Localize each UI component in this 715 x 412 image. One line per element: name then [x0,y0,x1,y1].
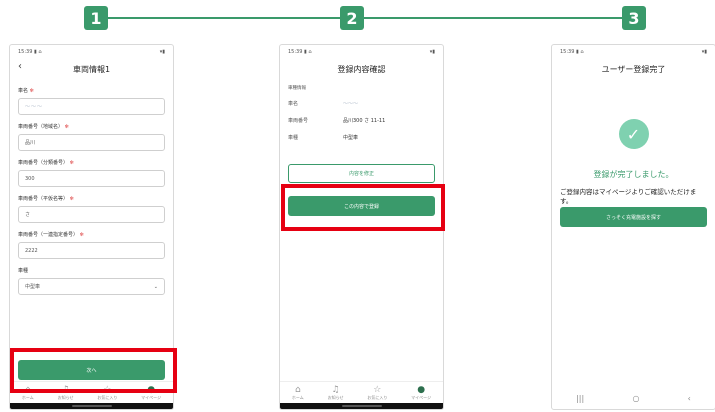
field-label-vehicle-type: 車種 [18,268,29,274]
home-indicator [10,403,173,409]
recent-apps-icon[interactable]: ||| [576,394,584,403]
vehicle-type-select[interactable]: 中型車 ⌄ [18,278,165,295]
step-1-badge: 1 [84,6,108,30]
completion-title: 登録が完了しました。 [593,170,674,179]
section-label: 車種情報 [288,86,306,91]
page-title: 登録内容確認 [337,64,386,74]
field-label-car-name: 車名 ✻ [18,88,34,94]
tab-bar: ⌂ ホーム ♫ お知らせ ☆ お気に入り ● マイページ [280,381,443,403]
phone-screen-complete: 15:39 ▮ ⌂ ▾▮ ユーザー登録完了 ✓ 登録が完了しました。 ご登録内容… [551,44,715,410]
bell-icon: ♫ [331,384,340,395]
back-icon[interactable]: ‹ [18,61,22,72]
home-icon: ⌂ [294,384,301,395]
home-indicator [280,403,443,409]
home-circle-icon[interactable]: ○ [632,394,639,403]
tab-favorites[interactable]: ☆ お気に入り [367,385,387,401]
edit-button[interactable]: 内容を修正 [288,164,435,183]
find-charger-button[interactable]: さっそく充電施設を探す [560,207,707,227]
highlight-submit-button [281,184,445,231]
field-label-hiragana: 車両番号（平仮名等） ✻ [18,196,74,202]
page-title: ‹ 車両情報1 [10,59,173,79]
title-text: 車両情報1 [72,64,111,74]
android-nav-bar: ||| ○ ‹ [552,394,715,403]
car-name-input[interactable]: 〜〜〜 [18,98,165,115]
tab-notifications[interactable]: ♫ お知らせ [328,385,344,401]
step-2-badge: 2 [340,6,364,30]
confirm-row-car-name: 車名 〜〜〜 [288,101,359,107]
vehicle-type-value: 中型車 [25,284,41,290]
completion-text: ご登録内容はマイページよりご確認いただけます。 [560,188,697,205]
user-icon: ● [417,384,426,395]
status-bar: 15:39 ▮ ⌂ ▾▮ [10,45,173,59]
tab-mypage[interactable]: ● マイページ [411,385,431,401]
check-icon: ✓ [618,119,649,149]
status-bar: 15:39 ▮ ⌂ ▾▮ [288,49,435,55]
back-arrow-icon[interactable]: ‹ [688,394,691,403]
star-icon: ☆ [373,384,382,395]
step-connector-line [96,17,632,19]
region-input[interactable]: 品川 [18,134,165,151]
status-time: 15:39 ▮ ⌂ [18,49,42,55]
field-label-serial-number: 車両番号（一連指定番号） ✻ [18,232,84,238]
class-number-input[interactable]: 300 [18,170,165,187]
confirm-row-plate: 車両番号 品川300 さ 11-11 [288,118,386,124]
confirm-row-type: 車種 中型車 [288,135,359,141]
status-signal: ▾▮ [159,49,165,55]
page-title: ユーザー登録完了 [601,64,666,74]
tab-home[interactable]: ⌂ ホーム [292,385,304,401]
highlight-next-button [10,348,177,393]
hiragana-input[interactable]: さ [18,206,165,223]
serial-number-input[interactable]: 2222 [18,242,165,259]
field-label-class-number: 車両番号（分類番号） ✻ [18,160,74,166]
status-bar: 15:39 ▮ ⌂ ▾▮ [560,49,707,55]
step-3-badge: 3 [622,6,646,30]
chevron-down-icon: ⌄ [153,283,158,290]
field-label-region: 車両番号（地域名） ✻ [18,124,69,130]
